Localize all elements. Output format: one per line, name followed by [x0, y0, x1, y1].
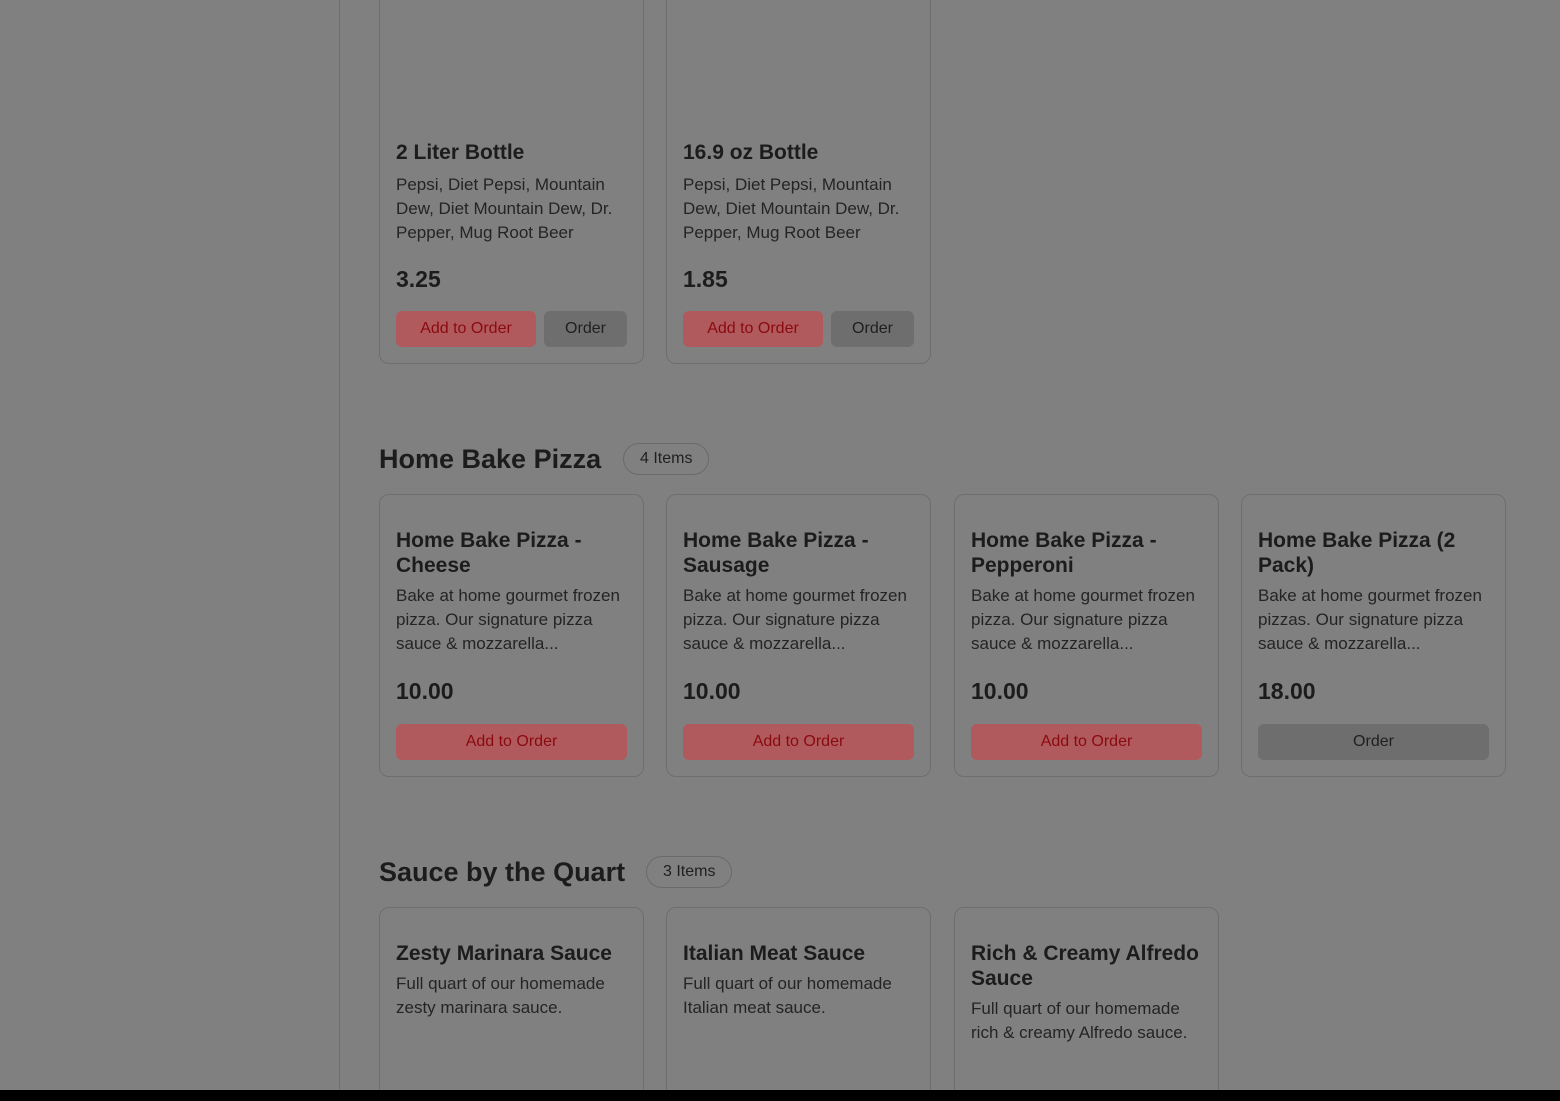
menu-page: 2 Liter Bottle Pepsi, Diet Pepsi, Mounta… — [0, 0, 1560, 1101]
item-description: Full quart of our homemade rich & creamy… — [971, 999, 1188, 1042]
menu-item-card[interactable]: 16.9 oz Bottle Pepsi, Diet Pepsi, Mounta… — [666, 0, 931, 364]
item-price: 10.00 — [396, 678, 454, 704]
add-to-order-button[interactable]: Add to Order — [683, 311, 823, 347]
item-description: Bake at home gourmet frozen pizza. Our s… — [683, 586, 907, 653]
item-title: Rich & Creamy Alfredo Sauce — [971, 942, 1199, 990]
item-title: Italian Meat Sauce — [683, 942, 866, 965]
item-title: 2 Liter Bottle — [396, 141, 525, 164]
item-title: Home Bake Pizza (2 Pack) — [1258, 529, 1456, 577]
section-title: Home Bake Pizza — [379, 444, 602, 474]
item-description: Full quart of our homemade Italian meat … — [683, 974, 892, 1017]
item-description: Pepsi, Diet Pepsi, Mountain Dew, Diet Mo… — [683, 175, 900, 242]
menu-item-card[interactable]: Home Bake Pizza - Pepperoni Bake at home… — [954, 494, 1219, 777]
menu-item-card[interactable]: Home Bake Pizza (2 Pack) Bake at home go… — [1241, 494, 1506, 777]
item-title: Home Bake Pizza - Sausage — [683, 529, 869, 577]
item-count-badge: 3 Items — [646, 856, 733, 888]
menu-item-card[interactable]: Home Bake Pizza - Cheese Bake at home go… — [379, 494, 644, 777]
add-to-order-button[interactable]: Add to Order — [396, 311, 536, 347]
order-button[interactable]: Order — [831, 311, 914, 347]
add-to-order-button[interactable]: Add to Order — [971, 724, 1202, 760]
item-description: Bake at home gourmet frozen pizza. Our s… — [396, 586, 620, 653]
menu-item-card[interactable]: Zesty Marinara Sauce Full quart of our h… — [379, 907, 644, 1101]
menu-item-card[interactable]: Italian Meat Sauce Full quart of our hom… — [666, 907, 931, 1101]
item-title: Zesty Marinara Sauce — [396, 942, 612, 965]
order-button[interactable]: Order — [544, 311, 627, 347]
item-price: 10.00 — [971, 678, 1029, 704]
menu-item-card[interactable]: Home Bake Pizza - Sausage Bake at home g… — [666, 494, 931, 777]
menu-item-card[interactable]: Rich & Creamy Alfredo Sauce Full quart o… — [954, 907, 1219, 1101]
sidebar — [0, 0, 340, 1090]
add-to-order-button[interactable]: Add to Order — [396, 724, 627, 760]
order-button[interactable]: Order — [1258, 724, 1489, 760]
item-price: 10.00 — [683, 678, 741, 704]
item-price: 3.25 — [396, 266, 441, 292]
menu-item-card[interactable]: 2 Liter Bottle Pepsi, Diet Pepsi, Mounta… — [379, 0, 644, 364]
item-description: Full quart of our homemade zesty marinar… — [396, 974, 605, 1017]
item-description: Bake at home gourmet frozen pizza. Our s… — [971, 586, 1195, 653]
bottom-bar — [0, 1090, 1560, 1101]
item-description: Bake at home gourmet frozen pizzas. Our … — [1258, 586, 1482, 653]
item-count-badge: 4 Items — [623, 443, 710, 475]
item-title: Home Bake Pizza - Pepperoni — [971, 529, 1157, 577]
item-price: 18.00 — [1258, 678, 1316, 704]
item-title: 16.9 oz Bottle — [683, 141, 819, 164]
item-title: Home Bake Pizza - Cheese — [396, 529, 582, 577]
item-description: Pepsi, Diet Pepsi, Mountain Dew, Diet Mo… — [396, 175, 613, 242]
item-price: 1.85 — [683, 266, 728, 292]
section-title: Sauce by the Quart — [379, 857, 626, 887]
menu-content: 2 Liter Bottle Pepsi, Diet Pepsi, Mounta… — [340, 0, 1560, 1101]
add-to-order-button[interactable]: Add to Order — [683, 724, 914, 760]
